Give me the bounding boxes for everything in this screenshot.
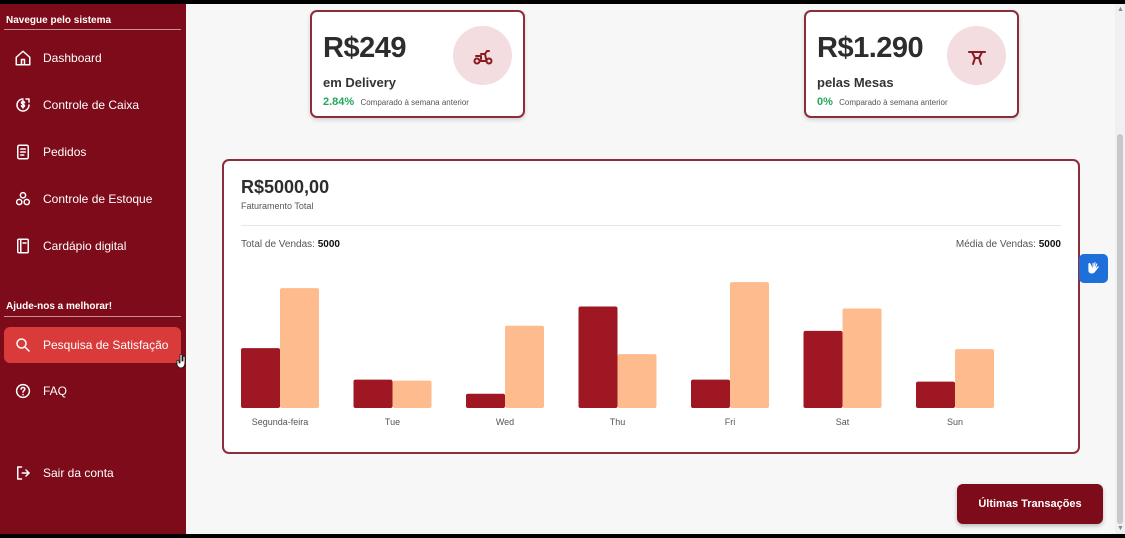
delivery-comparison: 2.84% Comparado à semana anterior [323,96,469,108]
chart-bar [730,282,769,408]
sidebar-item-label: Pesquisa de Satisfação [43,338,169,352]
tables-compare-text: Comparado à semana anterior [839,98,948,107]
sidebar-item-controle-de-estoque[interactable]: Controle de Estoque [4,181,181,217]
help-circle-icon [13,381,33,401]
menu-book-icon [13,236,33,256]
tables-comparison: 0% Comparado à semana anterior [817,96,948,108]
app-window: Navegue pelo sistema Dashboard Controle … [0,4,1125,534]
chart-bar [617,354,657,408]
logout-label: Sair da conta [43,466,114,480]
sidebar-item-label: Cardápio digital [43,239,127,253]
sign-language-icon [1087,261,1099,273]
sidebar-item-controle-de-caixa[interactable]: Controle de Caixa [4,87,181,123]
chart-x-tick-label: Fri [725,417,736,427]
sidebar-item-label: Dashboard [43,51,102,65]
chart-bar [280,288,319,408]
sidebar-section-title: Ajude-nos a melhorar! [6,301,113,312]
revenue-bar-chart: Segunda-feira Tue Wed Thu Fri Sat Sun [241,282,994,427]
tables-label: pelas Mesas [817,75,894,90]
chart-bar [955,349,994,408]
main-content: R$249 em Delivery 2.84% Comparado à sema… [186,4,1115,534]
scrollbar-thumb[interactable] [1117,134,1123,524]
sidebar: Navegue pelo sistema Dashboard Controle … [0,4,186,534]
tables-card: R$1.290 pelas Mesas 0% Comparado à seman… [804,10,1019,118]
chart-x-tick-label: Sat [836,417,850,427]
chart-bar [691,379,730,408]
sidebar-item-pesquisa-de-satisfacao[interactable]: Pesquisa de Satisfação [4,327,181,363]
mouse-pointer-icon [176,354,186,369]
delivery-percent: 2.84% [323,96,355,108]
chart-bar [916,381,955,408]
revenue-card: R$5000,00 Faturamento Total Total de Ven… [222,159,1080,454]
latest-transactions-button[interactable]: Últimas Transações [957,484,1103,524]
cash-register-icon [13,95,33,115]
sidebar-item-label: Controle de Caixa [43,98,140,112]
search-icon [13,335,33,355]
receipt-icon [13,142,33,162]
sidebar-item-label: FAQ [43,384,68,398]
sidebar-section-title: Navegue pelo sistema [6,15,112,26]
sidebar-item-label: Pedidos [43,145,87,159]
sidebar-item-pedidos[interactable]: Pedidos [4,134,181,170]
vertical-scrollbar[interactable]: ▲ ▼ [1115,4,1125,534]
tables-percent: 0% [817,96,833,108]
delivery-label: em Delivery [323,75,396,90]
chart-x-tick-label: Sun [947,417,963,427]
chart-x-tick-label: Tue [385,417,400,427]
delivery-compare-text: Comparado à semana anterior [360,98,469,107]
chart-x-tick-label: Wed [496,417,514,427]
chart-bar [505,325,544,408]
sidebar-item-label: Controle de Estoque [43,192,153,206]
boxes-icon [13,189,33,209]
accessibility-button[interactable] [1079,254,1108,283]
scroll-down-icon[interactable]: ▼ [1117,525,1124,532]
chart-bar [578,306,618,408]
chart-bar [803,330,843,408]
sidebar-item-dashboard[interactable]: Dashboard [4,40,181,76]
home-icon [13,48,33,68]
logout-button[interactable]: Sair da conta [4,455,181,491]
chart-bar [466,393,505,408]
chart-x-tick-label: Thu [610,417,626,427]
scroll-up-icon[interactable]: ▲ [1117,6,1124,13]
scooter-icon [453,26,512,85]
chart-bar [241,348,280,408]
chart-bar [353,379,393,408]
chart-bar [392,380,432,408]
logout-icon [13,463,33,483]
chart-bar [842,308,882,408]
tables-amount: R$1.290 [817,32,924,64]
sidebar-divider [4,316,181,317]
table-icon [947,26,1006,85]
delivery-amount: R$249 [323,32,406,64]
sidebar-item-faq[interactable]: FAQ [4,373,181,409]
sidebar-divider [4,29,181,30]
delivery-card: R$249 em Delivery 2.84% Comparado à sema… [310,10,525,118]
sidebar-item-cardapio-digital[interactable]: Cardápio digital [4,228,181,264]
chart-x-tick-label: Segunda-feira [252,417,309,427]
